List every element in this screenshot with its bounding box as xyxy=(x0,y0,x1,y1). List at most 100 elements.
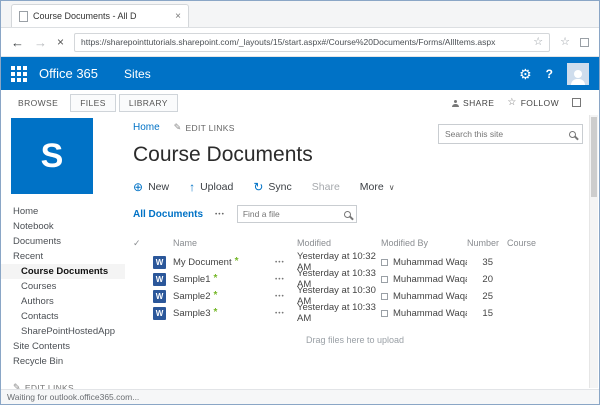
sidebar-item-recycle-bin[interactable]: Recycle Bin xyxy=(1,354,125,369)
tab-close-icon[interactable]: × xyxy=(175,11,181,22)
browser-tab-bar: Course Documents - All D × xyxy=(1,1,599,28)
row-menu-ellipsis-icon[interactable]: ••• xyxy=(275,276,297,283)
table-row[interactable]: W My Document * ••• Yesterday at 10:32 AM… xyxy=(133,251,577,273)
sidebar-item-authors[interactable]: Authors xyxy=(1,294,125,309)
word-document-icon: W xyxy=(153,289,166,303)
avatar-head-icon xyxy=(574,69,582,78)
pencil-icon: ✎ xyxy=(173,122,182,132)
number-cell: 25 xyxy=(482,290,493,302)
bookmark-star-icon[interactable]: ☆ xyxy=(533,36,543,48)
url-field[interactable]: https://sharepointtutorials.sharepoint.c… xyxy=(74,32,551,52)
table-row[interactable]: W Sample2 * ••• Yesterday at 10:30 AM Muh… xyxy=(133,285,577,307)
follow-star-icon: ☆ xyxy=(507,96,517,108)
back-button[interactable]: ← xyxy=(11,36,24,49)
number-cell: 15 xyxy=(482,307,493,319)
sidebar-item-home[interactable]: Home xyxy=(1,204,125,219)
upload-button[interactable]: ↑ Upload xyxy=(189,181,233,193)
vertical-scrollbar[interactable] xyxy=(589,115,598,388)
sidebar-item-notebook[interactable]: Notebook xyxy=(1,219,125,234)
modified-by-link[interactable]: Muhammad Waqas xyxy=(393,274,467,285)
number-column-header[interactable]: Number xyxy=(467,238,507,248)
sidebar-nav: Home Notebook Documents Recent Course Do… xyxy=(1,204,125,369)
share-button[interactable]: Share xyxy=(312,181,340,193)
modified-column-header[interactable]: Modified xyxy=(297,238,381,248)
name-column-header[interactable]: Name xyxy=(173,238,275,248)
tab-files[interactable]: FILES xyxy=(70,93,116,112)
sidebar-item-documents[interactable]: Documents xyxy=(1,234,125,249)
sidebar-item-contacts[interactable]: Contacts xyxy=(1,309,125,324)
sidebar-item-site-contents[interactable]: Site Contents xyxy=(1,339,125,354)
app-launcher-icon[interactable] xyxy=(11,65,27,82)
more-button[interactable]: More ∨ xyxy=(360,181,395,193)
view-more-ellipsis-icon[interactable]: ••• xyxy=(215,211,225,218)
view-all-documents[interactable]: All Documents xyxy=(133,209,203,220)
favorites-icon[interactable]: ☆ xyxy=(560,36,570,48)
breadcrumb-home-link[interactable]: Home xyxy=(133,122,160,133)
sync-button[interactable]: ↻ Sync xyxy=(253,181,291,193)
follow-button[interactable]: ☆ FOLLOW xyxy=(507,96,559,108)
page-content: S Home Notebook Documents Recent Course … xyxy=(1,115,599,393)
view-bar: All Documents ••• xyxy=(133,205,585,223)
share-person-icon xyxy=(452,99,460,107)
row-menu-ellipsis-icon[interactable]: ••• xyxy=(275,310,297,317)
edit-links-button[interactable]: ✎ EDIT LINKS xyxy=(174,122,235,133)
table-row[interactable]: W Sample1 * ••• Yesterday at 10:33 AM Muh… xyxy=(133,268,577,290)
number-cell: 35 xyxy=(482,256,493,268)
course-column-header[interactable]: Course xyxy=(507,238,553,248)
command-bar: ⊕ New ↑ Upload ↻ Sync Share More ∨ xyxy=(133,181,585,193)
sidebar-item-sharepointhostedapp[interactable]: SharePointHostedApp xyxy=(1,324,125,339)
find-file-input[interactable] xyxy=(242,209,340,219)
modified-by-link[interactable]: Muhammad Waqas xyxy=(393,291,467,302)
browser-menu-icon[interactable] xyxy=(580,37,589,47)
documents-table: ✓ Name Modified Modified By Number Cours… xyxy=(133,235,577,325)
browser-tab[interactable]: Course Documents - All D × xyxy=(11,4,189,27)
share-site-button[interactable]: SHARE xyxy=(452,98,494,108)
number-cell: 20 xyxy=(482,273,493,285)
focus-on-content-icon[interactable] xyxy=(572,98,581,107)
sidebar-item-courses[interactable]: Courses xyxy=(1,279,125,294)
stop-button[interactable]: × xyxy=(57,36,64,48)
presence-indicator-icon xyxy=(381,292,388,300)
modified-by-column-header[interactable]: Modified By xyxy=(381,238,467,248)
find-file-search-icon[interactable] xyxy=(343,210,351,218)
forward-button[interactable]: → xyxy=(34,36,47,49)
sidebar-item-recent[interactable]: Recent xyxy=(1,249,125,264)
new-badge-icon: * xyxy=(213,290,218,301)
row-menu-ellipsis-icon[interactable]: ••• xyxy=(275,259,297,266)
sidebar-item-course-documents[interactable]: Course Documents xyxy=(1,264,125,279)
new-badge-icon: * xyxy=(213,307,218,318)
presence-indicator-icon xyxy=(381,309,388,317)
share-site-label: SHARE xyxy=(463,97,495,108)
modified-by-link[interactable]: Muhammad Waqas xyxy=(393,257,467,268)
more-label: More xyxy=(359,181,384,193)
document-name-link[interactable]: Sample2 xyxy=(173,291,211,302)
search-icon[interactable] xyxy=(569,130,576,138)
main-panel: Home ✎ EDIT LINKS Course Documents ⊕ New… xyxy=(125,115,599,389)
document-name-link[interactable]: Sample3 xyxy=(173,308,211,319)
new-button[interactable]: ⊕ New xyxy=(133,181,169,193)
tab-library[interactable]: LIBRARY xyxy=(118,93,178,112)
scrollbar-thumb[interactable] xyxy=(591,117,597,197)
modified-by-link[interactable]: Muhammad Waqas xyxy=(393,308,467,319)
document-name-link[interactable]: My Document xyxy=(173,257,232,268)
user-avatar[interactable] xyxy=(567,62,589,85)
url-text: https://sharepointtutorials.sharepoint.c… xyxy=(81,37,496,47)
document-name-link[interactable]: Sample1 xyxy=(173,274,211,285)
row-menu-ellipsis-icon[interactable]: ••• xyxy=(275,293,297,300)
tab-browse[interactable]: BROWSE xyxy=(9,94,67,112)
settings-gear-icon[interactable]: ⚙ xyxy=(519,67,532,81)
new-label: New xyxy=(148,181,170,193)
table-row[interactable]: W Sample3 * ••• Yesterday at 10:33 AM Muh… xyxy=(133,302,577,324)
sync-label: Sync xyxy=(268,181,292,193)
upload-arrow-icon: ↑ xyxy=(189,180,196,194)
site-search-box[interactable] xyxy=(438,124,583,144)
find-file-box[interactable] xyxy=(236,205,357,223)
site-search-input[interactable] xyxy=(445,129,564,139)
ribbon-bar: BROWSE FILES LIBRARY SHARE ☆ FOLLOW xyxy=(1,90,599,115)
help-icon[interactable]: ? xyxy=(546,67,553,81)
select-all-check-icon[interactable]: ✓ xyxy=(133,238,153,249)
site-logo[interactable]: S xyxy=(11,118,93,194)
browser-address-bar: ← → × https://sharepointtutorials.sharep… xyxy=(1,28,599,57)
new-badge-icon: * xyxy=(234,256,239,267)
office365-brand[interactable]: Office 365 xyxy=(39,66,98,81)
